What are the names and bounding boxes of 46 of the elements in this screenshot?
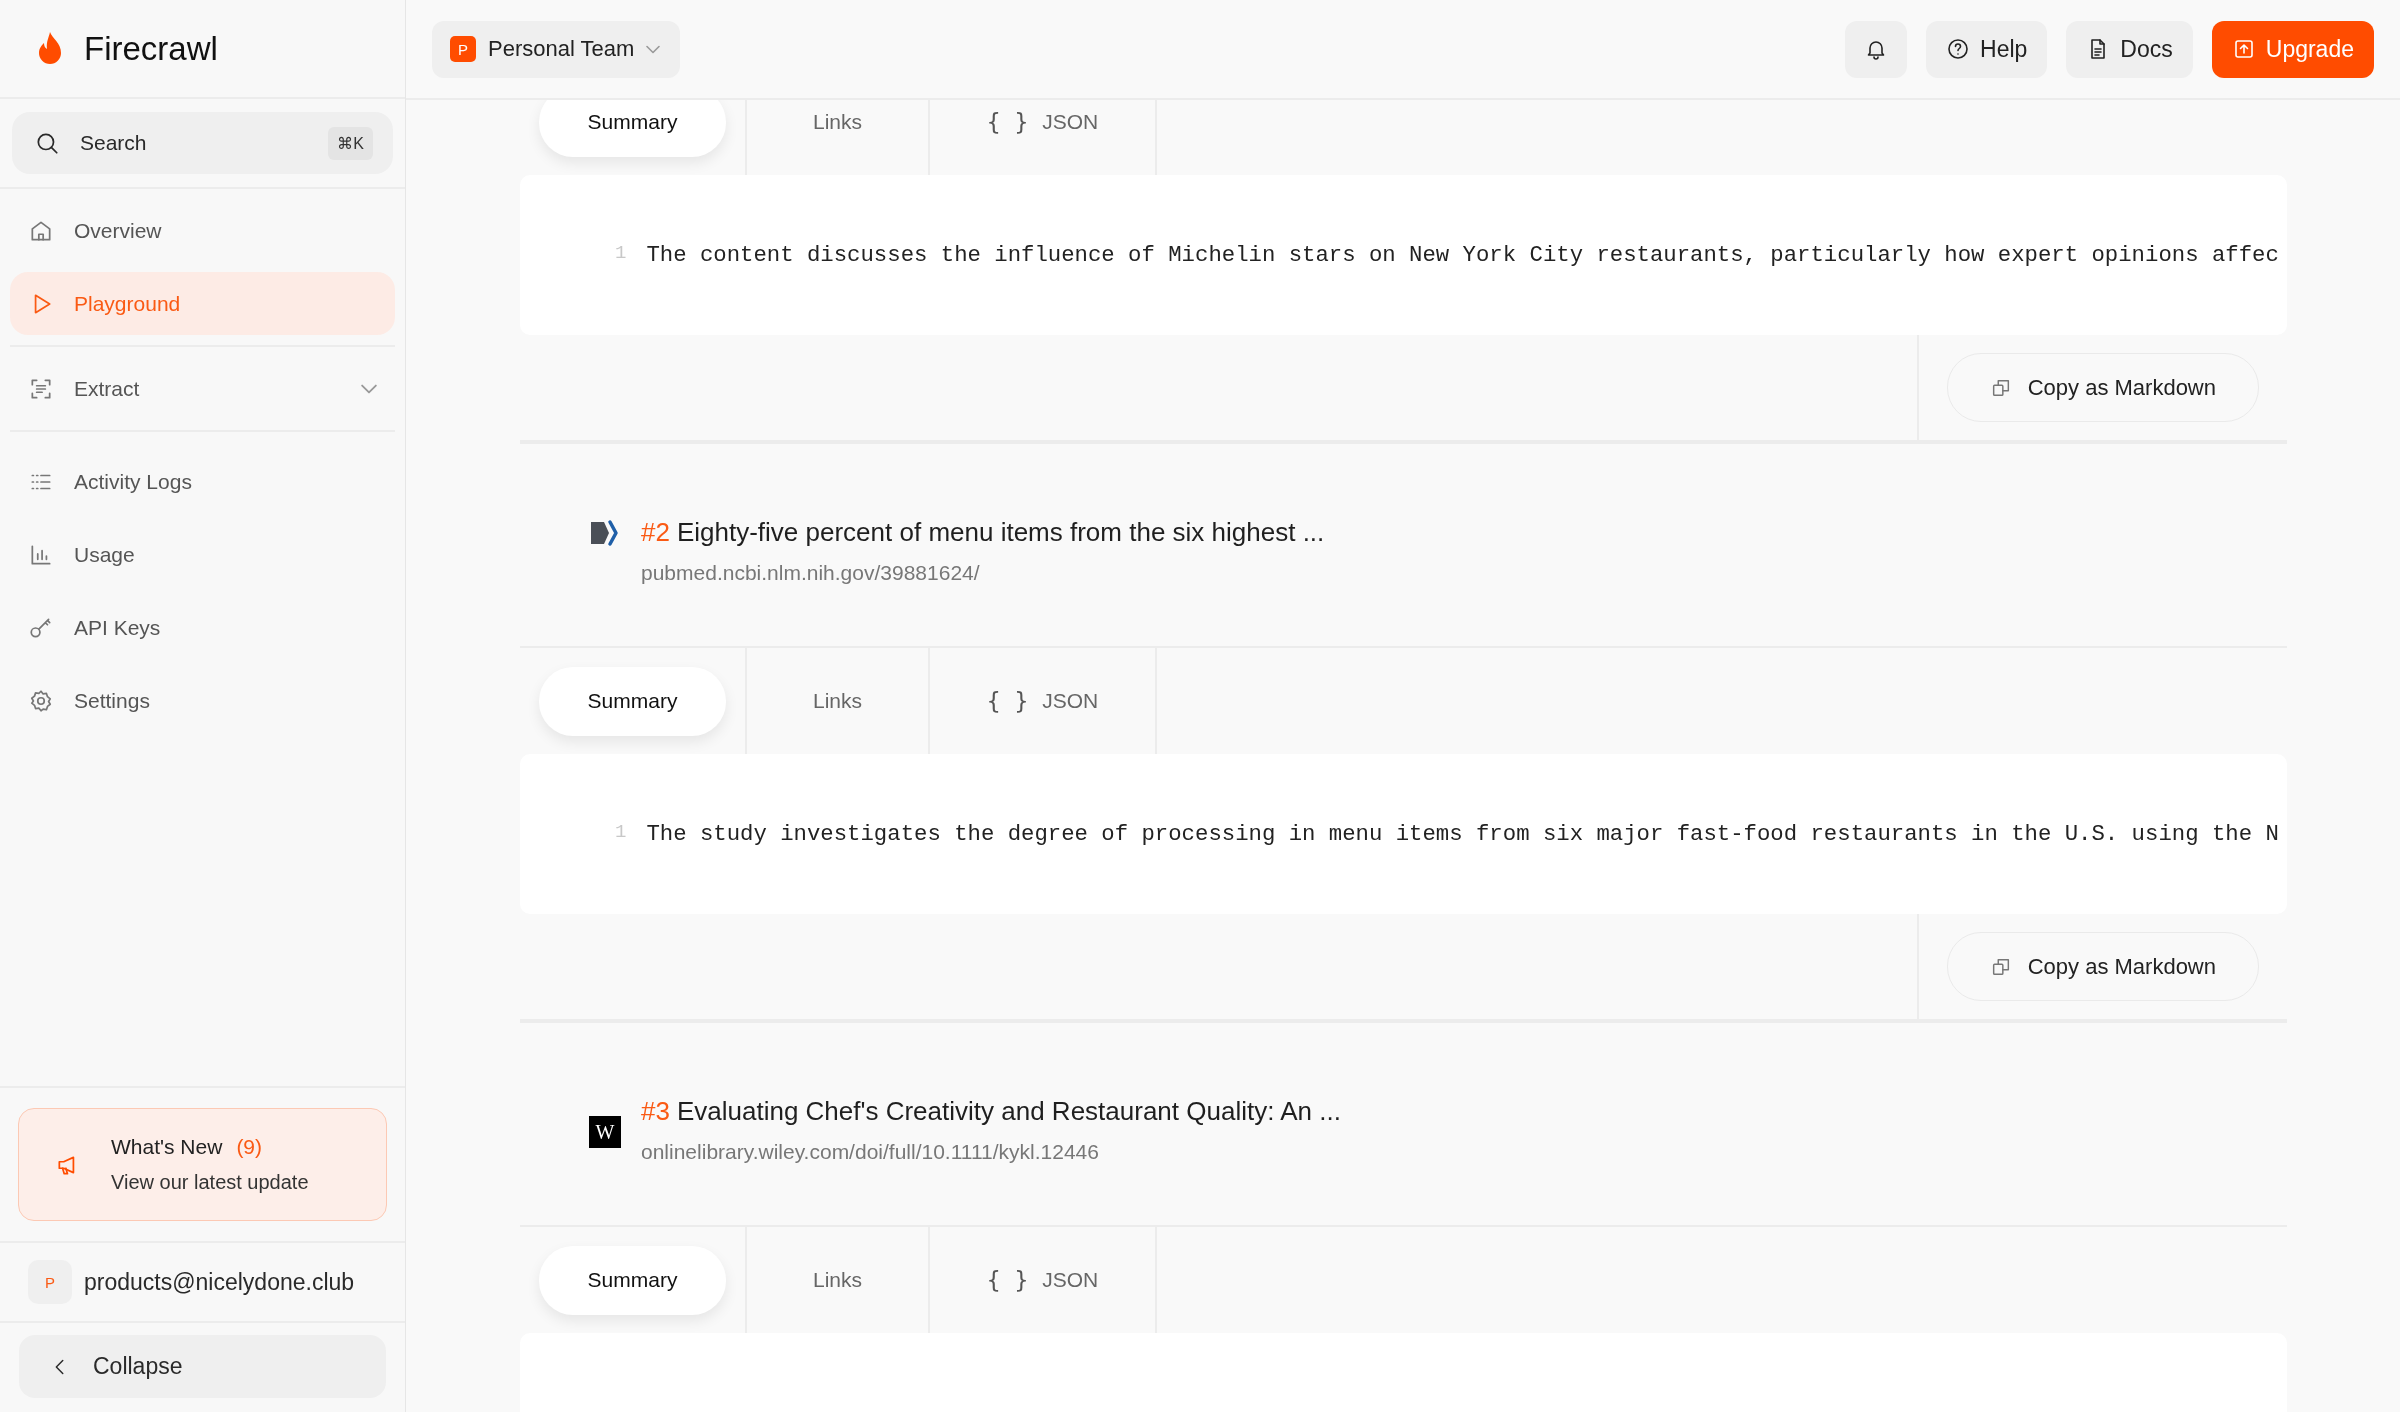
notifications-button[interactable] xyxy=(1845,20,1908,78)
avatar: P xyxy=(28,1260,72,1304)
collapse-button[interactable]: Collapse xyxy=(19,1335,386,1398)
tab[interactable]: { } JSON xyxy=(949,100,1136,157)
flame-icon xyxy=(36,30,64,67)
search-input[interactable]: Search xyxy=(78,130,311,156)
tab[interactable]: Links xyxy=(766,100,909,157)
search-field[interactable]: Search ⌘K xyxy=(12,112,393,174)
sidebar-item[interactable]: API Keys xyxy=(10,596,395,659)
account-email[interactable]: products@nicelydone.club xyxy=(84,1268,355,1296)
shortcut-key: ⌘K xyxy=(328,126,373,160)
site-logo: W xyxy=(589,1116,621,1148)
team-switcher[interactable]: P Personal Team xyxy=(432,20,681,78)
code-line: The study investigates the degree of processing in menu items from six major fast-food restaurants in the U.S. using the N xyxy=(646,821,2279,847)
copy-button[interactable]: Copy as Markdown xyxy=(1946,932,2259,1001)
bookmark-chevron-icon xyxy=(589,519,621,547)
tab[interactable]: Links xyxy=(766,1245,909,1315)
tab[interactable]: Summary xyxy=(539,666,726,736)
header-button[interactable]: Help xyxy=(1926,20,2048,78)
result-title[interactable]: Evaluating Chef's Creativity and Restaurant Quality: An ... xyxy=(676,1096,1341,1127)
copy-button[interactable]: Copy as Markdown xyxy=(1946,353,2259,422)
result-url[interactable]: pubmed.ncbi.nlm.nih.gov/39881624/ xyxy=(641,561,1325,585)
team-badge: P xyxy=(450,36,476,62)
result-url[interactable]: onlinelibrary.wiley.com/doi/full/10.1111/kykl.12446 xyxy=(641,1140,1341,1164)
tab[interactable]: { } JSON xyxy=(949,666,1136,736)
brand-name: Firecrawl xyxy=(84,29,218,68)
whats-new-card[interactable]: What's New (9) View our latest update xyxy=(18,1108,387,1221)
tab[interactable]: Summary xyxy=(539,100,726,157)
tab[interactable]: Summary xyxy=(539,1245,726,1315)
sidebar-item[interactable]: Overview xyxy=(10,199,395,262)
sidebar-item[interactable]: Extract xyxy=(10,357,395,420)
tab[interactable]: { } JSON xyxy=(949,1245,1136,1315)
chevron-down-icon xyxy=(646,44,661,54)
result-title[interactable]: Eighty-five percent of menu items from the six highest ... xyxy=(676,517,1325,548)
update-count: (9) xyxy=(236,1135,263,1159)
result-rank: #3 xyxy=(641,1096,670,1127)
result-rank: #2 xyxy=(641,517,670,548)
help-icon xyxy=(1946,37,1971,61)
sidebar-item[interactable]: Activity Logs xyxy=(10,450,395,513)
sidebar-item[interactable]: Settings xyxy=(10,669,395,732)
whats-new-title: What's New xyxy=(111,1135,223,1159)
sidebar-item[interactable]: Usage xyxy=(10,523,395,586)
whats-new-subtitle: View our latest update xyxy=(111,1171,309,1194)
tab[interactable]: Links xyxy=(766,666,909,736)
header-button[interactable]: Docs xyxy=(2066,20,2193,78)
code-line: The content discusses the influence of Michelin stars on New York City restaurants, particularly how expert opinions affec xyxy=(646,242,2279,268)
